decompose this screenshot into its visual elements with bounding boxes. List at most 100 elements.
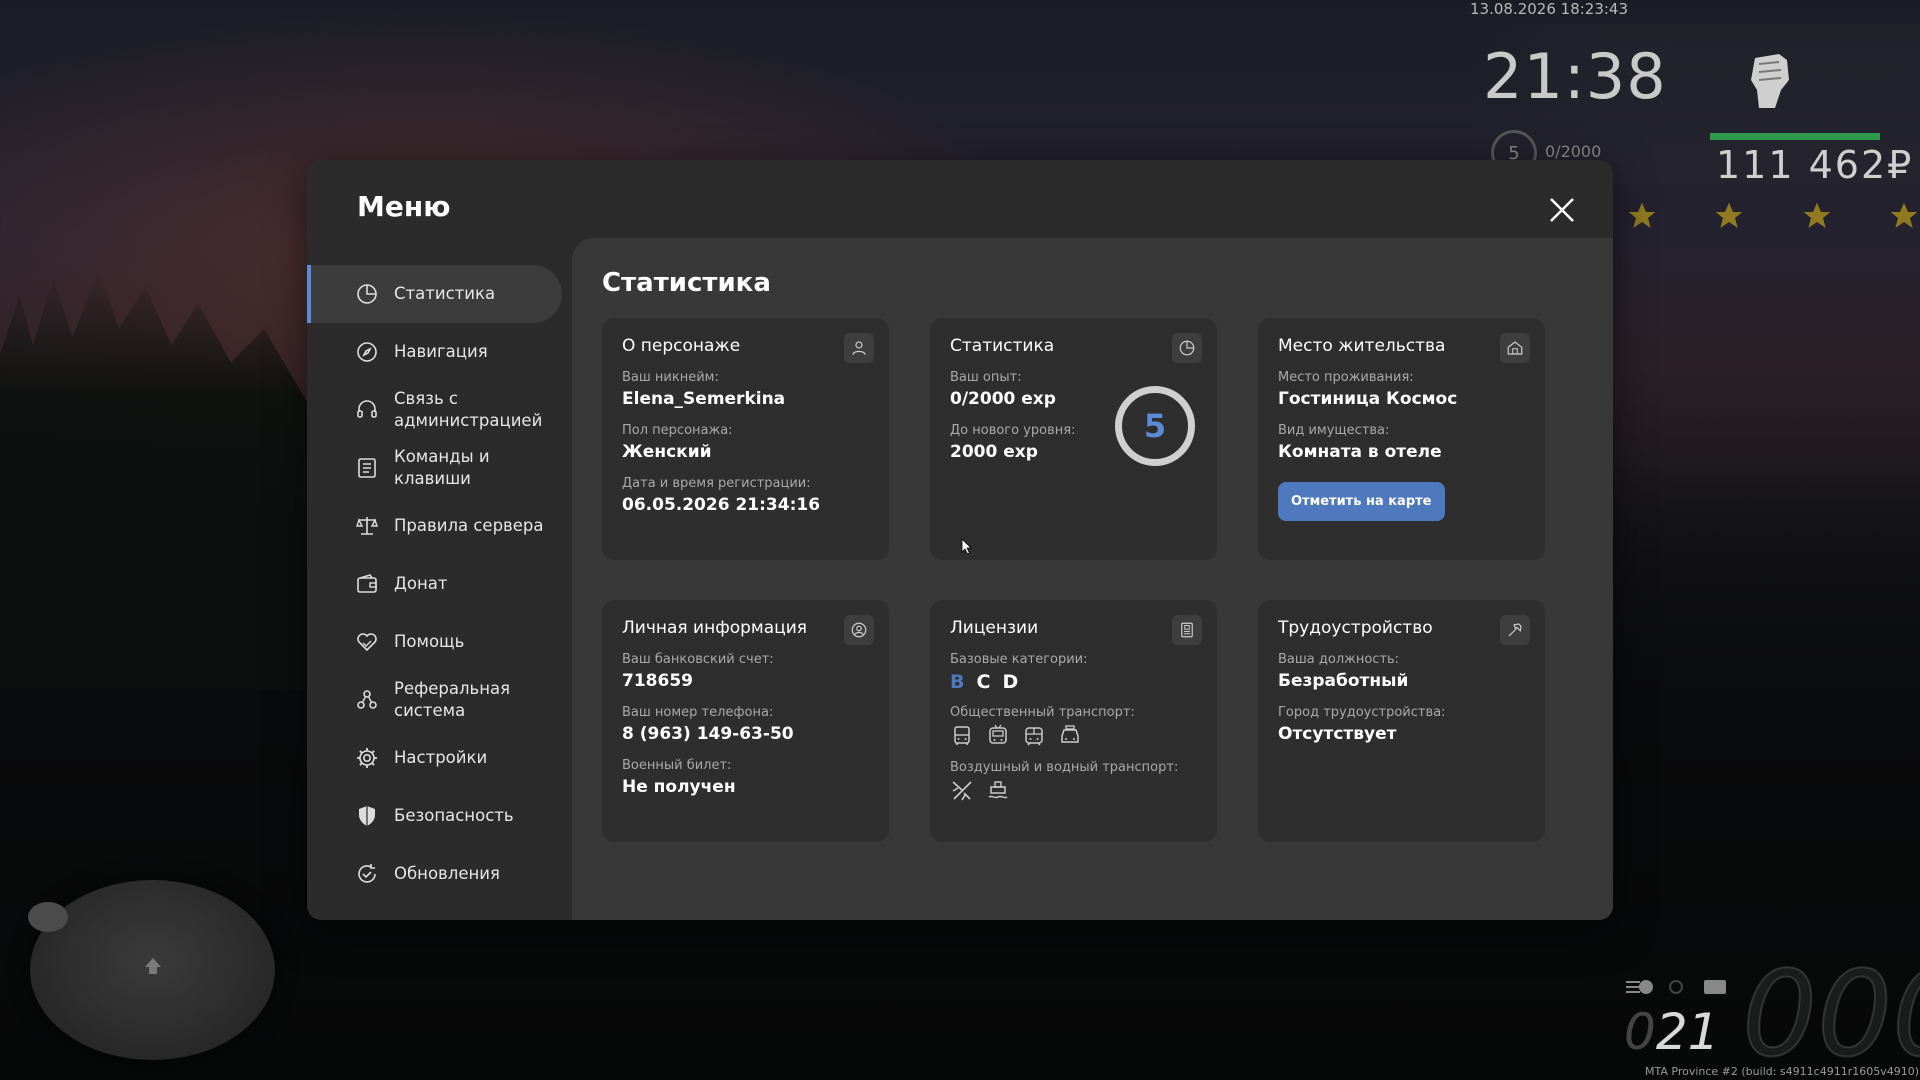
airplane-icon (952, 781, 972, 801)
user-icon (852, 341, 866, 355)
sidebar-item-label: Правила сервера (394, 516, 544, 535)
content-area: Статистика О персонаже Ваш никнейм: Elen… (572, 238, 1613, 920)
mouse-cursor-icon (961, 538, 972, 555)
boat-icon (988, 781, 1008, 799)
card-title: Трудоустройство (1278, 618, 1433, 638)
sidebar-item-label: Статистика (394, 284, 496, 303)
heart-hands-icon (357, 633, 377, 652)
referral-icon (357, 690, 377, 709)
job-city-value: Отсутствует (1278, 724, 1397, 744)
star-icon (1803, 202, 1830, 228)
taxi-icon (1061, 725, 1079, 743)
card-title: Личная информация (622, 618, 808, 638)
nick-value: Elena_Semerkina (622, 389, 786, 409)
hammer-icon (1508, 623, 1522, 637)
place-value: Гостиница Космос (1278, 389, 1458, 409)
gear-icon (357, 748, 377, 768)
speedometer-value: 000 (1741, 944, 1920, 1080)
place-label: Место проживания: (1278, 370, 1414, 385)
card-title: Лицензии (950, 618, 1039, 638)
bus-icon (954, 726, 970, 745)
compass-icon (357, 342, 377, 362)
pie-chart-icon (1179, 340, 1195, 356)
exp-label: Ваш опыт: (950, 370, 1022, 385)
content-title: Статистика (602, 268, 771, 298)
license-categories: B C D (950, 671, 1197, 693)
card-licenses: Лицензии Базовые категории: B C D Общест… (930, 600, 1217, 842)
sidebar-item-statistics[interactable]: Статистика (307, 265, 562, 323)
gender-value: Женский (622, 442, 712, 462)
sidebar-item-label: Безопасность (394, 806, 514, 825)
sidebar-item-security[interactable]: Безопасность (307, 787, 562, 845)
reg-label: Дата и время регистрации: (622, 476, 811, 491)
public-transport-label: Общественный транспорт: (950, 705, 1135, 720)
player-arrow-icon (145, 958, 161, 974)
card-icon-wrap (1500, 333, 1530, 363)
card-character: О персонаже Ваш никнейм: Elena_Semerkina… (602, 318, 889, 560)
hud-exp: 0/2000 (1545, 142, 1602, 161)
card-stats: Статистика Ваш опыт: 0/2000 exp До новог… (930, 318, 1217, 560)
license-category: D (1002, 671, 1019, 693)
sidebar-item-commands[interactable]: Команды и клавиши (307, 439, 562, 497)
background-trees (0, 270, 330, 690)
sidebar-item-admin-contact[interactable]: Связь с администрацией (307, 381, 562, 439)
trolleybus-icon (989, 724, 1007, 744)
air-water-label: Воздушный и водный транспорт: (950, 760, 1179, 775)
star-icon (1628, 202, 1656, 228)
sidebar-item-settings[interactable]: Настройки (307, 729, 562, 787)
sidebar-item-help[interactable]: Помощь (307, 613, 562, 671)
position-value: Безработный (1278, 671, 1409, 691)
headset-icon (357, 400, 377, 418)
wallet-icon (357, 574, 377, 593)
card-title: Место жительства (1278, 336, 1446, 356)
refresh-check-icon (358, 864, 376, 883)
military-value: Не получен (622, 777, 736, 797)
card-residence: Место жительства Место проживания: Гости… (1258, 318, 1545, 560)
home-icon (1507, 341, 1523, 355)
job-city-label: Город трудоустройства: (1278, 705, 1446, 720)
hud-money-bar (1710, 133, 1880, 140)
sidebar-item-navigation[interactable]: Навигация (307, 323, 562, 381)
dashboard-icons (1626, 980, 1726, 994)
fuel-prefix: 0 (1624, 1003, 1656, 1061)
shield-icon (359, 806, 375, 826)
base-categories-label: Базовые категории: (950, 652, 1088, 667)
card-job: Трудоустройство Ваша должность: Безработ… (1258, 600, 1545, 842)
tram-icon (1025, 727, 1043, 746)
pie-chart-icon (357, 284, 377, 304)
fuel-number: 21 (1655, 1003, 1720, 1061)
sidebar-item-label: Обновления (394, 864, 500, 883)
close-icon[interactable] (1547, 195, 1577, 225)
sidebar-item-donate[interactable]: Донат (307, 555, 562, 613)
hud-datetime: 13.08.2026 18:23:43 (1470, 0, 1629, 18)
sidebar-item-label: Связь с администрацией (394, 389, 543, 430)
sidebar-item-rules[interactable]: Правила сервера (307, 497, 562, 555)
card-icon-wrap (844, 615, 874, 645)
sidebar-item-label: Помощь (394, 632, 465, 651)
user-circle-icon (851, 622, 867, 638)
card-title: О персонаже (622, 336, 741, 356)
level-ring: 5 (1115, 386, 1195, 466)
fist-icon (1751, 54, 1789, 108)
sidebar-item-label: Донат (394, 574, 448, 593)
property-type-label: Вид имущества: (1278, 423, 1390, 438)
phone-label: Ваш номер телефона: (622, 705, 774, 720)
card-personal: Личная информация Ваш банковский счет: 7… (602, 600, 889, 842)
hud-clock: 21:38 (1483, 40, 1667, 113)
sidebar-item-referral[interactable]: Реферальная система (307, 671, 562, 729)
air-water-icons (950, 779, 1197, 803)
bank-value: 718659 (622, 671, 693, 691)
menu-title: Меню (357, 190, 451, 223)
phone-value: 8 (963) 149-63-50 (622, 724, 794, 744)
card-icon-wrap (1172, 333, 1202, 363)
menu-window: Меню Статистика Навигация Связь с админи… (307, 160, 1613, 920)
sidebar: Статистика Навигация Связь с администрац… (307, 265, 562, 903)
property-type-value: Комната в отеле (1278, 442, 1442, 462)
vehicle-icon (28, 902, 68, 932)
sidebar-item-updates[interactable]: Обновления (307, 845, 562, 903)
mark-on-map-button[interactable]: Отметить на карте (1278, 482, 1445, 521)
bank-label: Ваш банковский счет: (622, 652, 774, 667)
scales-icon (356, 517, 378, 535)
sidebar-item-label: Навигация (394, 342, 488, 361)
sidebar-item-label: Реферальная система (394, 679, 511, 720)
